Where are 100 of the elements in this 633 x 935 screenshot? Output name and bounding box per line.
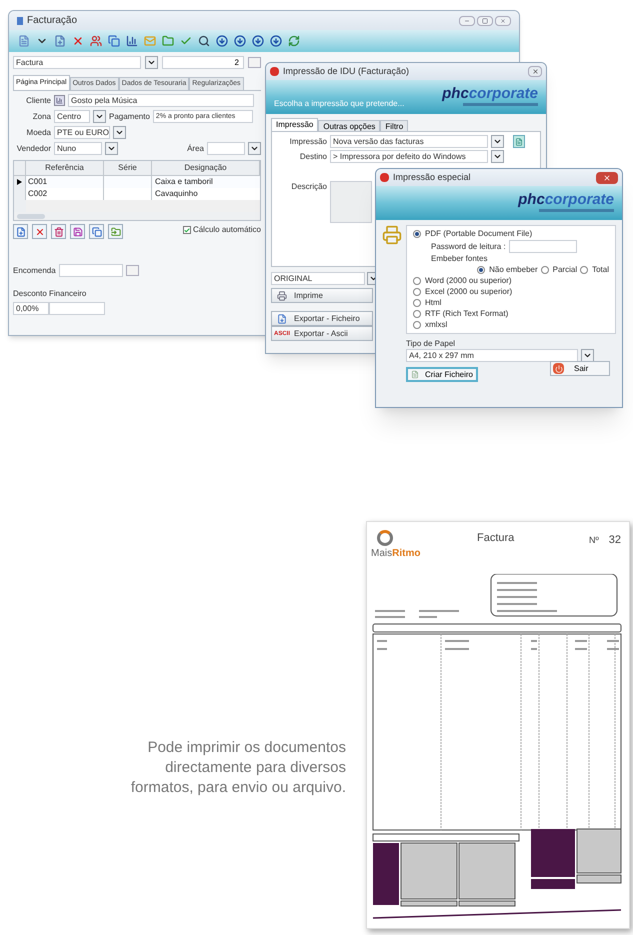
field-label: Descrição [290, 181, 327, 192]
folder-icon [162, 35, 174, 47]
table-cell-text: Caixa e tamboril [154, 176, 214, 188]
field-label: Embeber fontes [431, 254, 488, 264]
close-button[interactable] [596, 172, 618, 184]
client-field[interactable]: Gosto pela Música [68, 94, 254, 107]
document-icon[interactable] [513, 135, 525, 148]
field-label: Cliente [25, 95, 51, 106]
window-icon [17, 16, 23, 24]
description-field[interactable] [330, 181, 372, 223]
check-icon [180, 35, 192, 47]
grid-action-button[interactable] [13, 224, 28, 239]
radio-button[interactable] [413, 321, 421, 329]
discount-field[interactable]: 0,00% [13, 302, 49, 315]
radio-button[interactable] [477, 266, 486, 274]
field-label: Zona [32, 111, 51, 122]
action-button[interactable]: Exportar - Ficheiro [271, 311, 373, 326]
lookup-button[interactable] [126, 265, 139, 276]
radio-button[interactable] [413, 288, 421, 296]
banner-text: Escolha a impressão que pretende... [274, 98, 404, 110]
window-control-button[interactable] [477, 16, 493, 26]
radio-button[interactable] [540, 266, 549, 274]
radio-button[interactable] [413, 277, 421, 285]
grid-action-button[interactable] [51, 224, 66, 239]
radio-button[interactable] [580, 266, 588, 274]
radio-button[interactable] [413, 310, 421, 318]
field-label: Destino [298, 151, 327, 162]
lookup-button[interactable] [248, 57, 261, 68]
document-type-field[interactable]: Factura [13, 56, 141, 69]
format-label: Html [425, 298, 442, 308]
invoice-title: Factura [477, 531, 514, 546]
field-label: Pagamento [109, 111, 150, 122]
grid-row[interactable]: C001 Caixa e tamboril [14, 176, 260, 188]
zone-field[interactable]: Centro [54, 110, 90, 123]
toolbar-button[interactable] [251, 34, 264, 48]
password-field[interactable] [508, 240, 577, 253]
radio-button[interactable] [413, 230, 421, 238]
checkbox[interactable] [182, 226, 191, 234]
toolbar-button[interactable] [107, 34, 120, 48]
toolbar-button[interactable] [197, 34, 210, 48]
field-label: Encomenda [13, 265, 56, 276]
format-label: Excel (2000 ou superior) [425, 287, 512, 297]
currency-field[interactable]: PTE ou EURO [54, 126, 110, 139]
dropdown-icon [583, 351, 592, 360]
paper-type-field[interactable]: A4, 210 x 297 mm [406, 349, 578, 362]
toolbar-button[interactable] [89, 34, 102, 48]
number-field[interactable]: 2 [162, 56, 244, 69]
client-lookup-icon[interactable] [54, 95, 65, 106]
delete-row-icon [34, 226, 44, 236]
discount-value-field[interactable] [49, 302, 105, 315]
people-icon [90, 35, 102, 47]
dropdown-button[interactable] [105, 142, 118, 155]
format-label: RTF (Rich Text Format) [425, 309, 508, 319]
dropdown-button[interactable] [113, 126, 126, 139]
power-icon [554, 364, 562, 372]
refresh-icon [288, 35, 300, 47]
dropdown-button[interactable] [581, 349, 594, 362]
toolbar-button[interactable] [125, 34, 138, 48]
action-button[interactable]: Imprime [271, 288, 373, 303]
window-title: Impressão especial [393, 170, 471, 184]
envelope-icon [144, 35, 156, 47]
horizontal-scrollbar[interactable] [14, 212, 260, 220]
format-label: xmlxsl [425, 320, 448, 330]
new-row-icon [16, 226, 26, 236]
toolbar-button[interactable] [233, 34, 246, 48]
tab[interactable]: Outras opções [318, 120, 380, 131]
column-header[interactable]: Referência [26, 161, 104, 175]
app-icon [380, 173, 389, 182]
field-label: Password de leitura : [431, 242, 506, 252]
dropdown-button[interactable] [491, 135, 504, 148]
grid-action-button[interactable] [89, 224, 104, 239]
column-header[interactable]: Designação [152, 161, 260, 175]
exit-button[interactable]: Sair [550, 361, 610, 376]
field-label: Moeda [26, 127, 51, 138]
tab[interactable]: Filtro [380, 120, 408, 131]
dropdown-button[interactable] [145, 56, 158, 69]
app-icon [270, 67, 279, 76]
create-file-button[interactable]: Criar Ficheiro [406, 367, 478, 382]
row-header-cell[interactable] [14, 176, 26, 188]
preview-icon [198, 35, 210, 47]
destination-field[interactable]: > Impressora por defeito do Windows [330, 150, 488, 163]
order-field[interactable] [58, 264, 123, 277]
copy-icon [92, 226, 102, 236]
dropdown-button[interactable] [93, 110, 106, 123]
dropdown-button[interactable] [248, 142, 261, 155]
grid-action-button[interactable] [70, 224, 85, 239]
grid-action-button[interactable] [108, 224, 123, 239]
salesperson-field[interactable]: Nuno [54, 142, 102, 155]
toolbar-button[interactable] [269, 34, 282, 48]
column-header[interactable]: Série [104, 161, 152, 175]
dropdown-button[interactable] [491, 150, 504, 163]
area-field[interactable] [207, 142, 245, 155]
close-button[interactable] [528, 66, 542, 77]
radio-button[interactable] [413, 299, 421, 307]
toolbar-button[interactable] [215, 34, 228, 48]
delete-icon [72, 35, 84, 47]
grid-action-button[interactable] [32, 224, 47, 239]
print-layout-field[interactable]: Nova versão das facturas [330, 135, 488, 148]
tab[interactable]: Impressão [271, 118, 318, 131]
copy-field[interactable]: ORIGINAL [271, 272, 365, 285]
